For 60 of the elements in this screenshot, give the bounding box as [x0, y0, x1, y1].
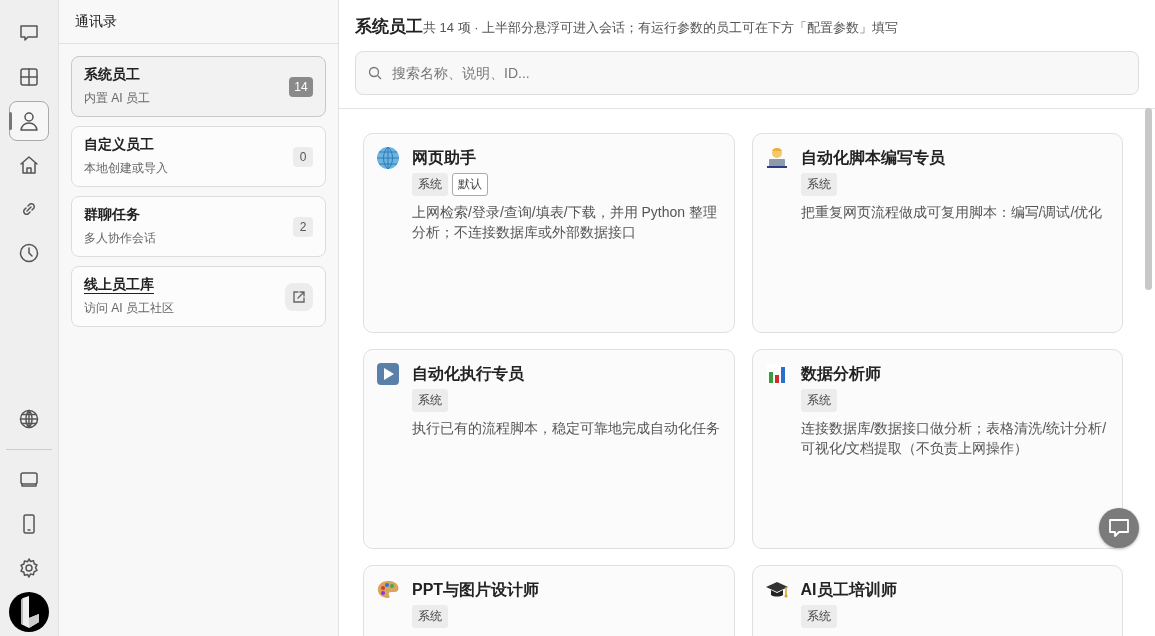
- employee-card[interactable]: AI员工培训师 系统: [751, 565, 1123, 636]
- person-laptop-icon: [764, 146, 789, 170]
- count-badge: 2: [293, 216, 313, 237]
- count-badge: 0: [293, 146, 313, 167]
- library-link[interactable]: 线上员工库: [84, 276, 154, 294]
- search-icon: [368, 66, 382, 80]
- employee-description: 上网检索/登录/查询/填表/下载，并用 Python 整理分析；不连接数据库或外部数据接口: [412, 203, 718, 242]
- system-tag: 系统: [800, 605, 837, 628]
- clock-icon: [18, 242, 40, 264]
- play-icon: [376, 362, 400, 386]
- person-icon: [18, 110, 40, 132]
- system-tag: 系统: [412, 605, 448, 628]
- system-tag: 系统: [412, 173, 448, 196]
- category-title: 自定义员工: [84, 136, 154, 154]
- settings-icon: [18, 557, 40, 579]
- globe-icon: [376, 146, 400, 170]
- grid-icon: [18, 66, 40, 88]
- employee-card[interactable]: 数据分析师 系统 连接数据库/数据接口做分析；表格清洗/统计分析/可视化/文档提取（不负责上网操作）: [751, 349, 1123, 549]
- home-icon: [18, 154, 40, 176]
- category-subtitle: 访问 AI 员工社区: [84, 300, 174, 317]
- category-subtitle: 多人协作会话: [84, 230, 156, 247]
- employee-name: AI员工培训师: [800, 580, 897, 600]
- category-title: 群聊任务: [84, 206, 140, 224]
- employee-card[interactable]: 自动化脚本编写专员 系统 把重复网页流程做成可复用脚本：编写/调试/优化: [751, 133, 1123, 333]
- open-external-button[interactable]: [285, 282, 313, 311]
- category-title: 系统员工: [84, 66, 140, 84]
- external-link-icon: [292, 289, 306, 304]
- page-subtitle: 共 14 项 · 上半部分悬浮可进入会话；有运行参数的员工可在下方「配置参数」填写: [423, 20, 899, 37]
- contact-category-item[interactable]: 自定义员工 本地创建或导入 0: [71, 126, 326, 187]
- default-tag: 默认: [452, 173, 488, 196]
- employee-description: 连接数据库/数据接口做分析；表格清洗/统计分析/可视化/文档提取（不负责上网操作）: [800, 419, 1108, 458]
- employee-name: 自动化执行专员: [412, 364, 524, 384]
- person-nav-button[interactable]: [9, 101, 49, 141]
- employee-name: PPT与图片设计师: [412, 580, 540, 600]
- chat-icon: [1108, 518, 1130, 538]
- contact-category-item[interactable]: 线上员工库 访问 AI 员工社区: [71, 266, 326, 327]
- page-title: 系统员工: [355, 16, 423, 38]
- chat-float-button[interactable]: [1099, 508, 1139, 548]
- logo-avatar-icon[interactable]: [9, 592, 49, 632]
- contact-category-item[interactable]: 群聊任务 多人协作会话 2: [71, 196, 326, 257]
- system-tag: 系统: [412, 389, 448, 412]
- employee-name: 网页助手: [412, 148, 476, 168]
- employee-description: 把重复网页流程做成可复用脚本：编写/调试/优化: [800, 203, 1103, 222]
- system-tag: 系统: [800, 173, 837, 196]
- chat-icon: [18, 22, 40, 44]
- search-field[interactable]: 搜索名称、说明、ID...: [355, 51, 1139, 95]
- count-badge: 14: [289, 76, 313, 97]
- globe-icon: [18, 408, 40, 430]
- employee-card[interactable]: PPT与图片设计师 系统: [363, 565, 735, 636]
- category-subtitle: 本地创建或导入: [84, 160, 168, 177]
- employee-name: 数据分析师: [800, 364, 881, 384]
- employee-description: 执行已有的流程脚本，稳定可靠地完成自动化任务: [412, 419, 720, 438]
- employee-card[interactable]: 网页助手 系统 默认 上网检索/登录/查询/填表/下载，并用 Python 整理分析；不连接数据库或外部数据接口: [363, 133, 735, 333]
- system-tag: 系统: [800, 389, 837, 412]
- contact-category-item[interactable]: 系统员工 内置 AI 员工 14: [71, 56, 326, 117]
- employee-card[interactable]: 自动化执行专员 系统 执行已有的流程脚本，稳定可靠地完成自动化任务: [363, 349, 735, 549]
- employee-name: 自动化脚本编写专员: [800, 148, 945, 168]
- category-subtitle: 内置 AI 员工: [84, 90, 150, 107]
- panel-title: 通讯录: [59, 0, 338, 44]
- scrollbar-thumb[interactable]: [1145, 108, 1152, 290]
